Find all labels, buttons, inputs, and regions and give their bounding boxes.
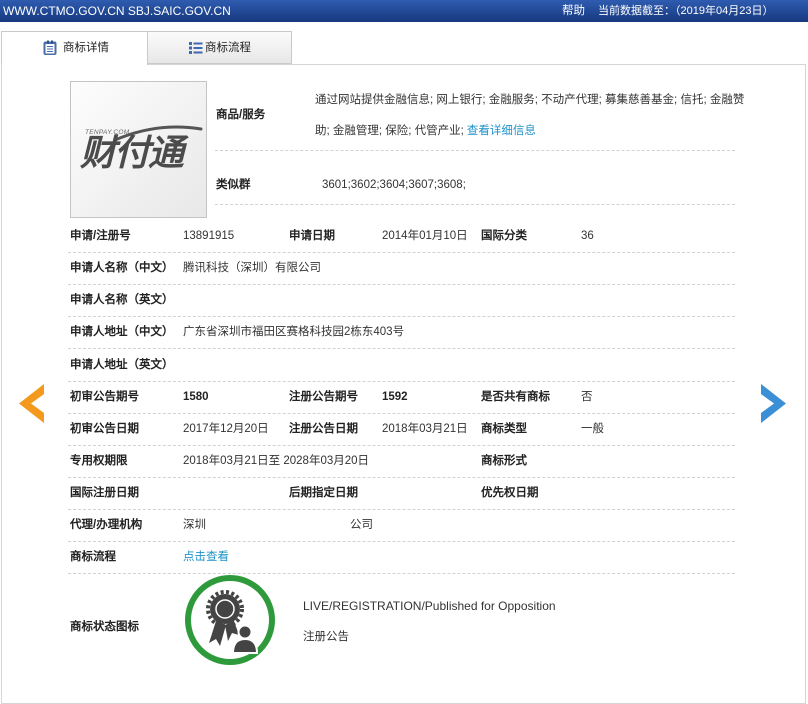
goods-text: 助; 金融管理; 保险; 代管产业; bbox=[315, 125, 464, 137]
field-label: 注册公告期号 bbox=[289, 391, 358, 403]
row-registration-number: 申请/注册号 13891915 申请日期 2014年01月10日 国际分类 36 bbox=[0, 220, 808, 252]
field-label: 申请日期 bbox=[289, 230, 335, 242]
field-label: 初审公告期号 bbox=[70, 391, 139, 403]
field-label: 代理/办理机构 bbox=[70, 519, 143, 531]
trademark-image: TENPAY.COM 财付通 bbox=[70, 81, 207, 218]
applicant-address-cn: 广东省深圳市福田区赛格科技园2栋东403号 bbox=[183, 326, 405, 338]
field-label: 是否共有商标 bbox=[481, 391, 550, 403]
shared-trademark-value: 否 bbox=[581, 391, 593, 403]
applicant-name-cn: 腾讯科技（深圳）有限公司 bbox=[183, 262, 321, 274]
trademark-type: 一般 bbox=[581, 423, 604, 435]
field-label: 优先权日期 bbox=[481, 487, 539, 499]
detail-icon bbox=[43, 40, 57, 55]
exclusive-right-period: 2018年03月21日至 2028年03月20日 bbox=[183, 455, 370, 467]
international-class: 36 bbox=[581, 230, 594, 242]
status-text-cn: 注册公告 bbox=[303, 631, 349, 643]
goods-text-line-1: 通过网站提供金融信息; 网上银行; 金融服务; 不动产代理; 募集慈善基金; 信… bbox=[315, 94, 745, 106]
status-text-en: LIVE/REGISTRATION/Published for Oppositi… bbox=[303, 599, 556, 613]
field-label: 商标形式 bbox=[481, 455, 527, 467]
row-announcement-numbers: 初审公告期号 1580 注册公告期号 1592 是否共有商标 否 bbox=[0, 381, 808, 413]
row-announcement-dates: 初审公告日期 2017年12月20日 注册公告日期 2018年03月21日 商标… bbox=[0, 413, 808, 445]
data-date: 当前数据截至：（2019年04月23日） bbox=[598, 5, 774, 17]
row-exclusive-right-period: 专用权期限 2018年03月21日至 2028年03月20日 商标形式 bbox=[0, 445, 808, 477]
field-label: 国际注册日期 bbox=[70, 487, 139, 499]
logo-name: 财付通 bbox=[80, 132, 184, 173]
status-label: 商标状态图标 bbox=[70, 621, 139, 633]
tab-trademark-process[interactable]: 商标流程 bbox=[147, 31, 292, 64]
field-label: 申请人名称（中文） bbox=[70, 262, 174, 274]
row-trademark-process: 商标流程 点击查看 bbox=[0, 541, 808, 573]
field-label: 注册公告日期 bbox=[289, 423, 358, 435]
registration-announcement-date: 2018年03月21日 bbox=[382, 423, 468, 435]
site-domains: WWW.CTMO.GOV.CN SBJ.SAIC.GOV.CN bbox=[3, 4, 231, 18]
row-divider bbox=[68, 573, 735, 574]
agent-name-end: 公司 bbox=[350, 519, 373, 531]
field-label: 申请人地址（中文） bbox=[70, 326, 174, 338]
preliminary-announcement-date: 2017年12月20日 bbox=[183, 423, 269, 435]
row-agent: 代理/办理机构 深圳 公司 bbox=[0, 509, 808, 541]
field-label: 商标流程 bbox=[70, 551, 116, 563]
list-icon bbox=[189, 42, 203, 54]
row-international-dates: 国际注册日期 后期指定日期 优先权日期 bbox=[0, 477, 808, 509]
field-label: 专用权期限 bbox=[70, 455, 128, 467]
tab-label: 商标流程 bbox=[205, 42, 251, 54]
field-label: 国际分类 bbox=[481, 230, 527, 242]
goods-text-line-2: 助; 金融管理; 保险; 代管产业; 查看详细信息 bbox=[315, 123, 536, 139]
trademark-status-medal-icon bbox=[185, 575, 275, 665]
tab-label: 商标详情 bbox=[63, 42, 109, 54]
field-label: 初审公告日期 bbox=[70, 423, 139, 435]
field-label: 商标类型 bbox=[481, 423, 527, 435]
row-divider bbox=[215, 204, 735, 205]
preliminary-announcement-number: 1580 bbox=[183, 391, 209, 403]
row-applicant-name-en: 申请人名称（英文） bbox=[0, 284, 808, 316]
agent-name-start: 深圳 bbox=[183, 519, 206, 531]
registration-number: 13891915 bbox=[183, 230, 235, 242]
field-label: 后期指定日期 bbox=[289, 487, 358, 499]
view-details-link[interactable]: 查看详细信息 bbox=[467, 125, 536, 137]
similar-group-label: 类似群 bbox=[216, 179, 251, 191]
field-label: 申请/注册号 bbox=[70, 230, 131, 242]
row-divider bbox=[215, 150, 735, 151]
top-bar: WWW.CTMO.GOV.CN SBJ.SAIC.GOV.CN 帮助 当前数据截… bbox=[0, 0, 808, 22]
field-label: 申请人地址（英文） bbox=[70, 359, 174, 371]
similar-group-value: 3601;3602;3604;3607;3608; bbox=[322, 179, 466, 191]
tab-trademark-details[interactable]: 商标详情 bbox=[1, 31, 148, 65]
registration-announcement-number: 1592 bbox=[382, 391, 408, 403]
help-link[interactable]: 帮助 bbox=[562, 3, 585, 19]
row-applicant-name-cn: 申请人名称（中文） 腾讯科技（深圳）有限公司 bbox=[0, 252, 808, 284]
row-applicant-address-en: 申请人地址（英文） bbox=[0, 349, 808, 381]
field-label: 申请人名称（英文） bbox=[70, 294, 174, 306]
application-date: 2014年01月10日 bbox=[382, 230, 468, 242]
row-applicant-address-cn: 申请人地址（中文） 广东省深圳市福田区赛格科技园2栋东403号 bbox=[0, 316, 808, 348]
goods-label: 商品/服务 bbox=[216, 109, 266, 121]
view-process-link[interactable]: 点击查看 bbox=[183, 549, 229, 565]
